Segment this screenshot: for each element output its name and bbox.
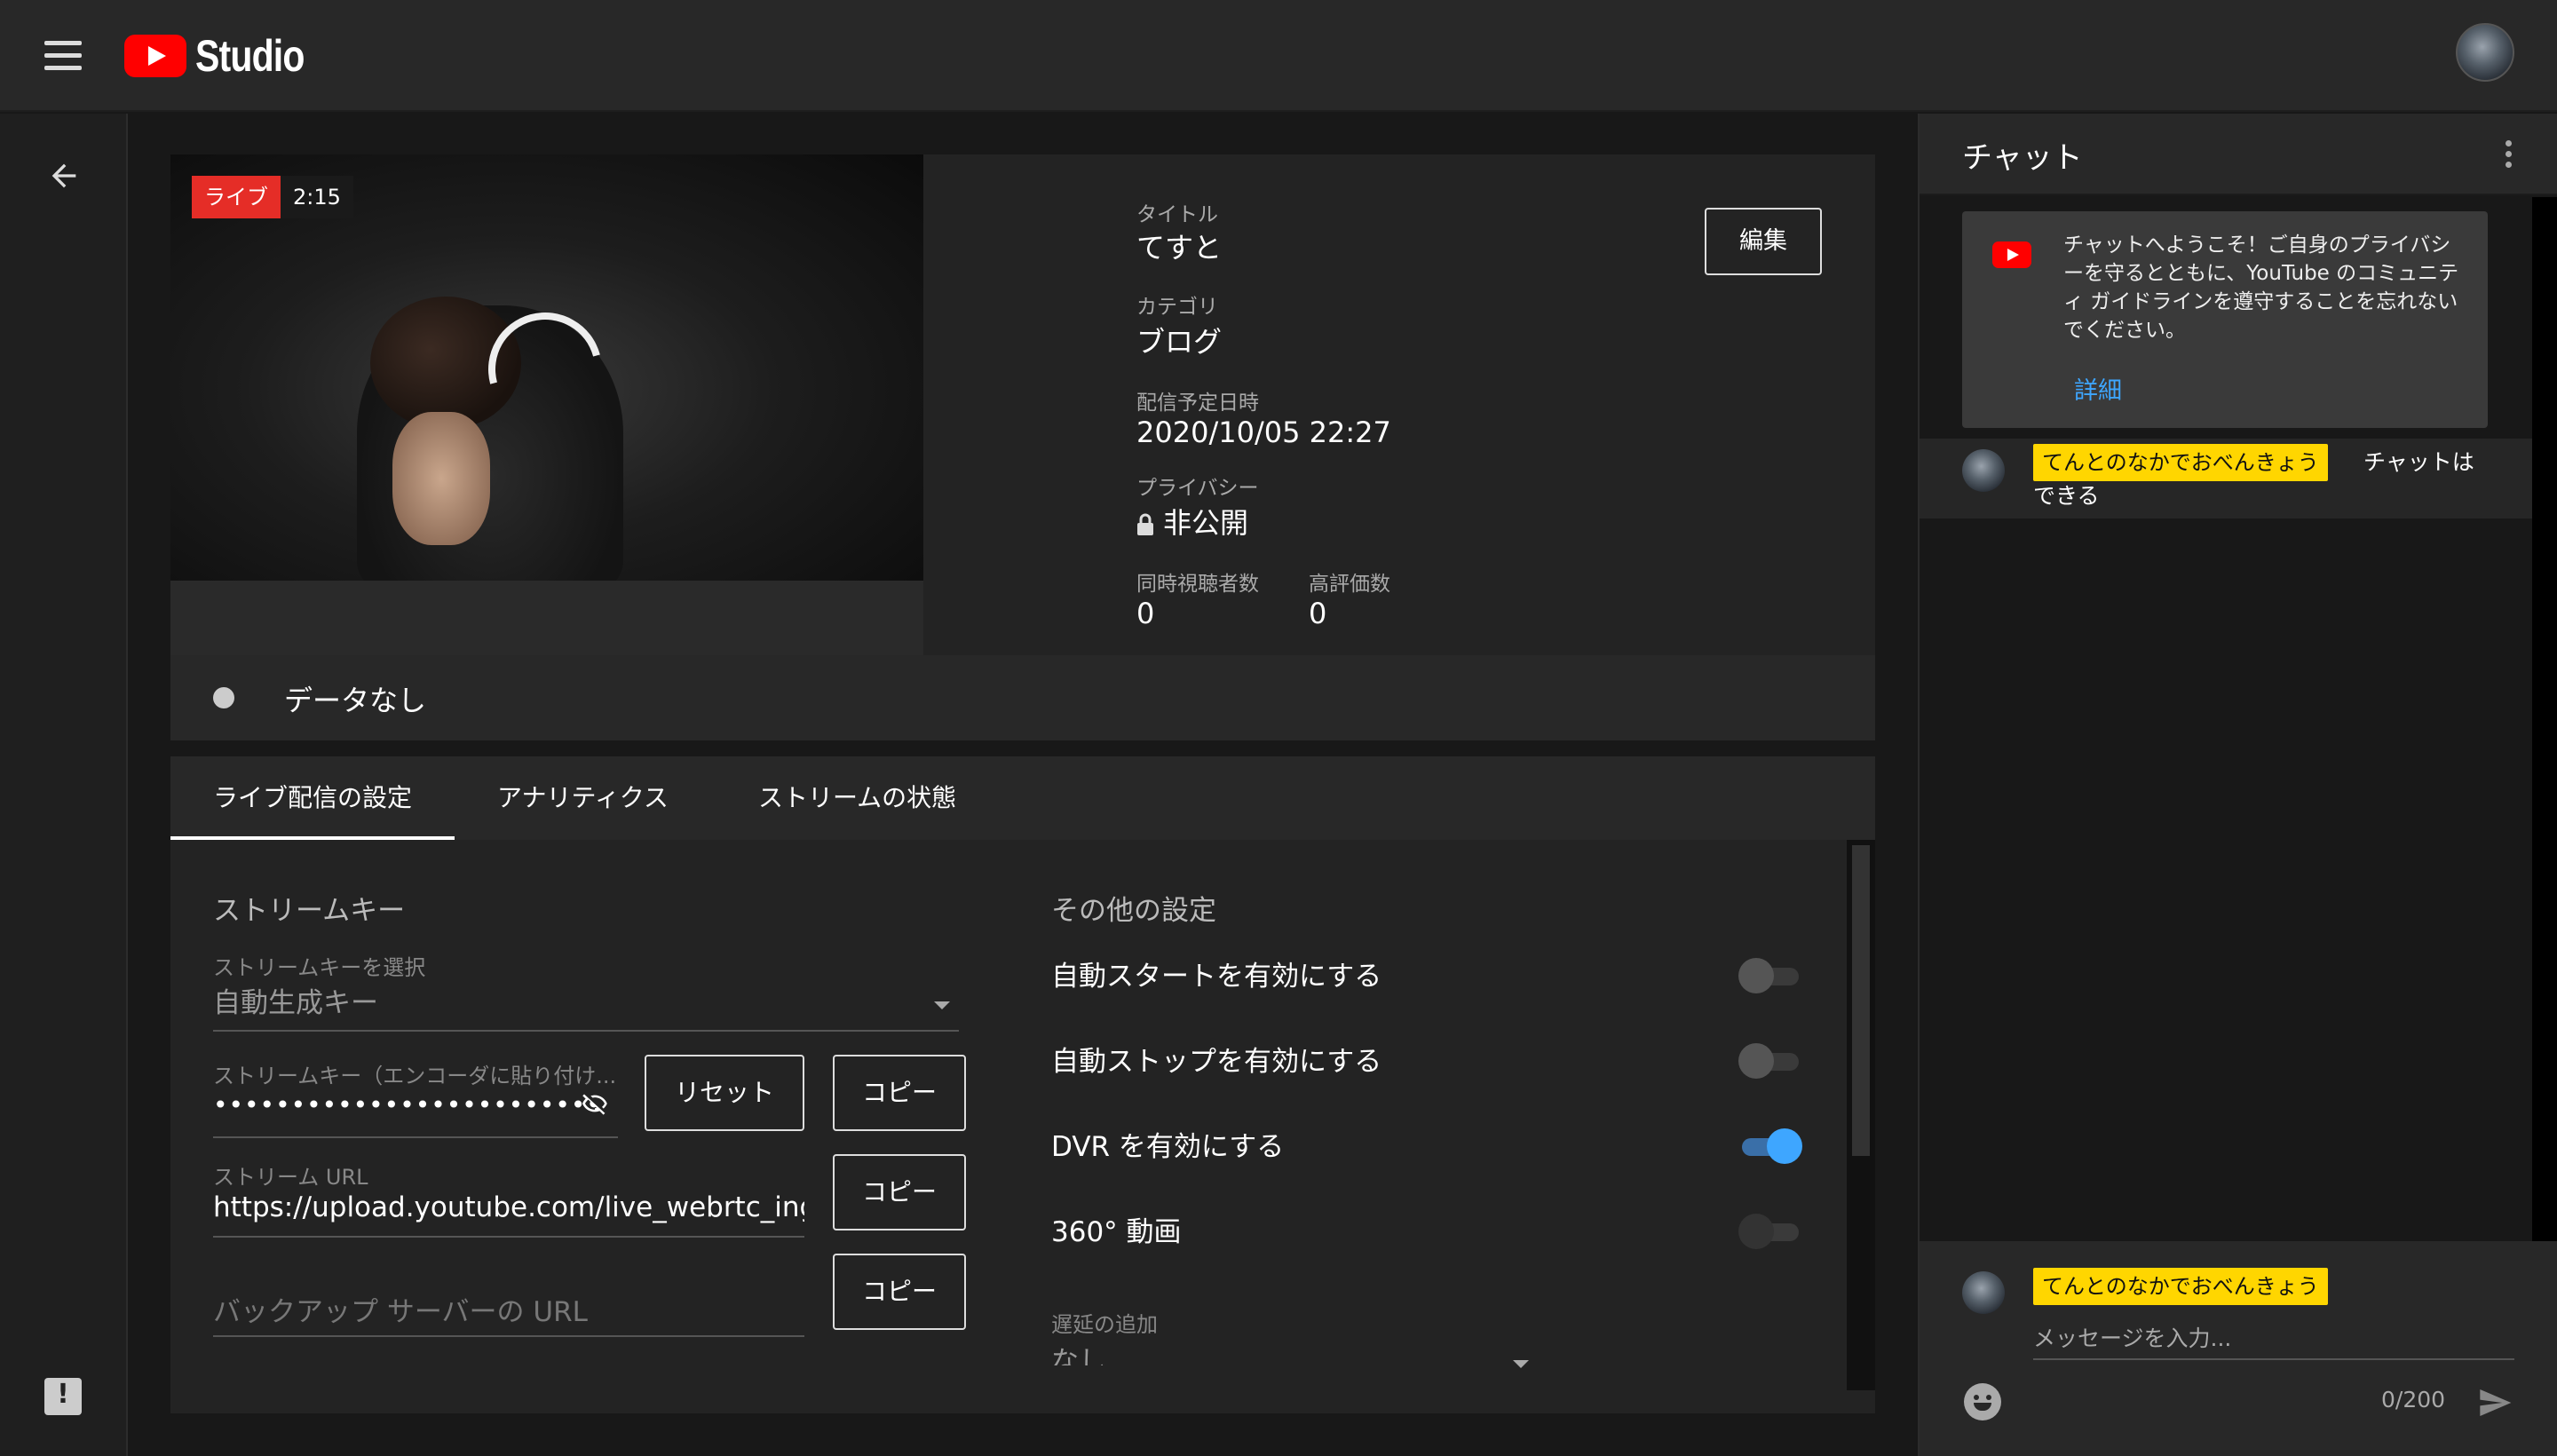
chat-messages: チャットへようこそ！ご自身のプライバシーを守るとともに、YouTube のコミュ…: [1920, 197, 2532, 1241]
chat-message[interactable]: てんとのなかでおべんきょう チャットは できる: [1920, 439, 2532, 518]
live-badge: ライブ 2:15: [192, 176, 353, 218]
360-video-label: 360° 動画: [1051, 1216, 1182, 1248]
studio-logo[interactable]: Studio: [124, 31, 329, 81]
visibility-off-icon[interactable]: [577, 1090, 613, 1117]
auto-start-label: 自動スタートを有効にする: [1051, 961, 1382, 993]
input-author-avatar: [1962, 1271, 2005, 1314]
category-label: カテゴリ: [1136, 296, 1218, 319]
learn-more-link[interactable]: 詳細: [2074, 371, 2122, 406]
stream-key-select-value[interactable]: 自動生成キー: [213, 980, 378, 1020]
back-arrow-icon[interactable]: [46, 158, 82, 194]
360-video-toggle[interactable]: [1738, 1211, 1802, 1252]
category-value: ブログ: [1136, 325, 1223, 359]
title-label: タイトル: [1136, 203, 1218, 226]
auto-stop-label: 自動ストップを有効にする: [1051, 1046, 1382, 1078]
stream-key-label: ストリームキー（エンコーダに貼り付け...: [213, 1064, 617, 1088]
message-author-chip: てんとのなかでおべんきょう: [2033, 444, 2328, 481]
copy-backup-url-button[interactable]: コピー: [833, 1254, 966, 1330]
auto-start-toggle[interactable]: [1738, 955, 1802, 996]
status-text: データなし: [284, 684, 427, 717]
send-icon[interactable]: [2475, 1385, 2514, 1420]
backup-url-field[interactable]: バックアップ サーバーの URL: [213, 1289, 588, 1329]
backup-url-underline: [213, 1335, 804, 1337]
dvr-toggle[interactable]: [1738, 1126, 1802, 1167]
stream-url-underline: [213, 1236, 804, 1238]
video-person-face: [392, 412, 490, 545]
hamburger-menu-icon[interactable]: [44, 41, 82, 71]
chat-header: チャット: [1920, 114, 2557, 195]
message-author-avatar: [1962, 449, 2005, 492]
youtube-icon: [1992, 241, 2031, 268]
title-value: てすと: [1136, 231, 1223, 265]
reset-button[interactable]: リセット: [645, 1055, 804, 1131]
video-footer: [170, 581, 923, 655]
privacy-value-row: 非公開: [1136, 501, 1248, 542]
schedule-label: 配信予定日時: [1136, 392, 1259, 415]
likes-value: 0: [1309, 597, 1327, 630]
chat-scrollbar[interactable]: [2532, 197, 2557, 1241]
other-settings-section-title: その他の設定: [1051, 895, 1216, 927]
schedule-value: 2020/10/05 22:27: [1136, 415, 1391, 449]
settings-scrollbar[interactable]: [1847, 840, 1875, 1390]
message-input[interactable]: メッセージを入力...: [2033, 1321, 2514, 1360]
feedback-icon[interactable]: !: [44, 1378, 82, 1415]
account-avatar[interactable]: [2456, 23, 2514, 82]
tab-live-settings[interactable]: ライブ配信の設定: [170, 756, 455, 840]
stream-status-bar: データなし: [170, 655, 1875, 740]
latency-value[interactable]: なし: [1051, 1339, 1106, 1365]
settings-scroll-thumb[interactable]: [1852, 845, 1870, 1156]
tab-stream-health[interactable]: ストリームの状態: [716, 756, 999, 840]
copy-stream-url-button[interactable]: コピー: [833, 1154, 966, 1230]
stream-key-section-title: ストリームキー: [213, 895, 406, 927]
chat-panel: チャット チャットへようこそ！ご自身のプライバシーを守るとともに、YouTube…: [1918, 114, 2557, 1456]
chat-title: チャット: [1962, 140, 2083, 176]
likes-label: 高評価数: [1309, 573, 1390, 596]
live-elapsed-time: 2:15: [281, 176, 353, 218]
welcome-text: チャットへようこそ！ご自身のプライバシーを守るとともに、YouTube のコミュ…: [2063, 233, 2459, 342]
stream-key-select-label: ストリームキーを選択: [213, 955, 426, 980]
select-underline: [213, 1030, 959, 1032]
live-tag: ライブ: [192, 176, 281, 218]
stream-preview-card: ライブ 2:15 タイトル てすと カテゴリ ブログ 配信予定日時 2020/1…: [170, 154, 1875, 655]
viewers-value: 0: [1136, 597, 1155, 630]
stream-key-underline: [213, 1136, 618, 1138]
stream-key-field[interactable]: ••••••••••••••••••••••••: [213, 1090, 586, 1120]
left-nav: !: [0, 114, 128, 1456]
auto-stop-toggle[interactable]: [1738, 1041, 1802, 1081]
viewers-label: 同時視聴者数: [1136, 573, 1259, 596]
status-dot-icon: [213, 687, 234, 708]
privacy-label: プライバシー: [1136, 477, 1259, 500]
message-text-line1: チャットは: [2363, 449, 2474, 475]
privacy-value: 非公開: [1163, 506, 1249, 540]
stream-url-label: ストリーム URL: [213, 1165, 368, 1190]
copy-stream-key-button[interactable]: コピー: [833, 1055, 966, 1131]
dvr-label: DVR を有効にする: [1051, 1131, 1285, 1163]
more-vert-icon[interactable]: [2506, 140, 2513, 170]
chat-welcome-banner: チャットへようこそ！ご自身のプライバシーを守るとともに、YouTube のコミュ…: [1962, 211, 2488, 428]
settings-tabs: ライブ配信の設定 アナリティクス ストリームの状態: [170, 756, 1875, 840]
input-author-chip: てんとのなかでおべんきょう: [2033, 1268, 2328, 1305]
edit-button[interactable]: 編集: [1705, 208, 1822, 275]
stream-url-field[interactable]: https://upload.youtube.com/live_webrtc_i…: [213, 1191, 804, 1223]
logo-text: Studio: [195, 31, 305, 81]
chat-input-area: てんとのなかでおべんきょう メッセージを入力... 0/200: [1920, 1241, 2557, 1456]
top-app-bar: Studio: [0, 0, 2557, 112]
emoji-icon[interactable]: [1964, 1383, 2001, 1420]
tab-analytics[interactable]: アナリティクス: [455, 756, 711, 840]
message-text-line2: できる: [2033, 483, 2100, 509]
latency-label: 遅延の追加: [1051, 1312, 1158, 1337]
latency-chevron-down-icon[interactable]: [1513, 1360, 1529, 1368]
video-preview[interactable]: ライブ 2:15: [170, 154, 923, 581]
chevron-down-icon[interactable]: [934, 1001, 950, 1009]
char-counter: 0/200: [2381, 1387, 2446, 1412]
lock-icon: [1137, 513, 1153, 535]
settings-panel: ライブ配信の設定 アナリティクス ストリームの状態 ストリームキー ストリームキ…: [170, 756, 1875, 1413]
youtube-play-icon: [124, 35, 186, 77]
